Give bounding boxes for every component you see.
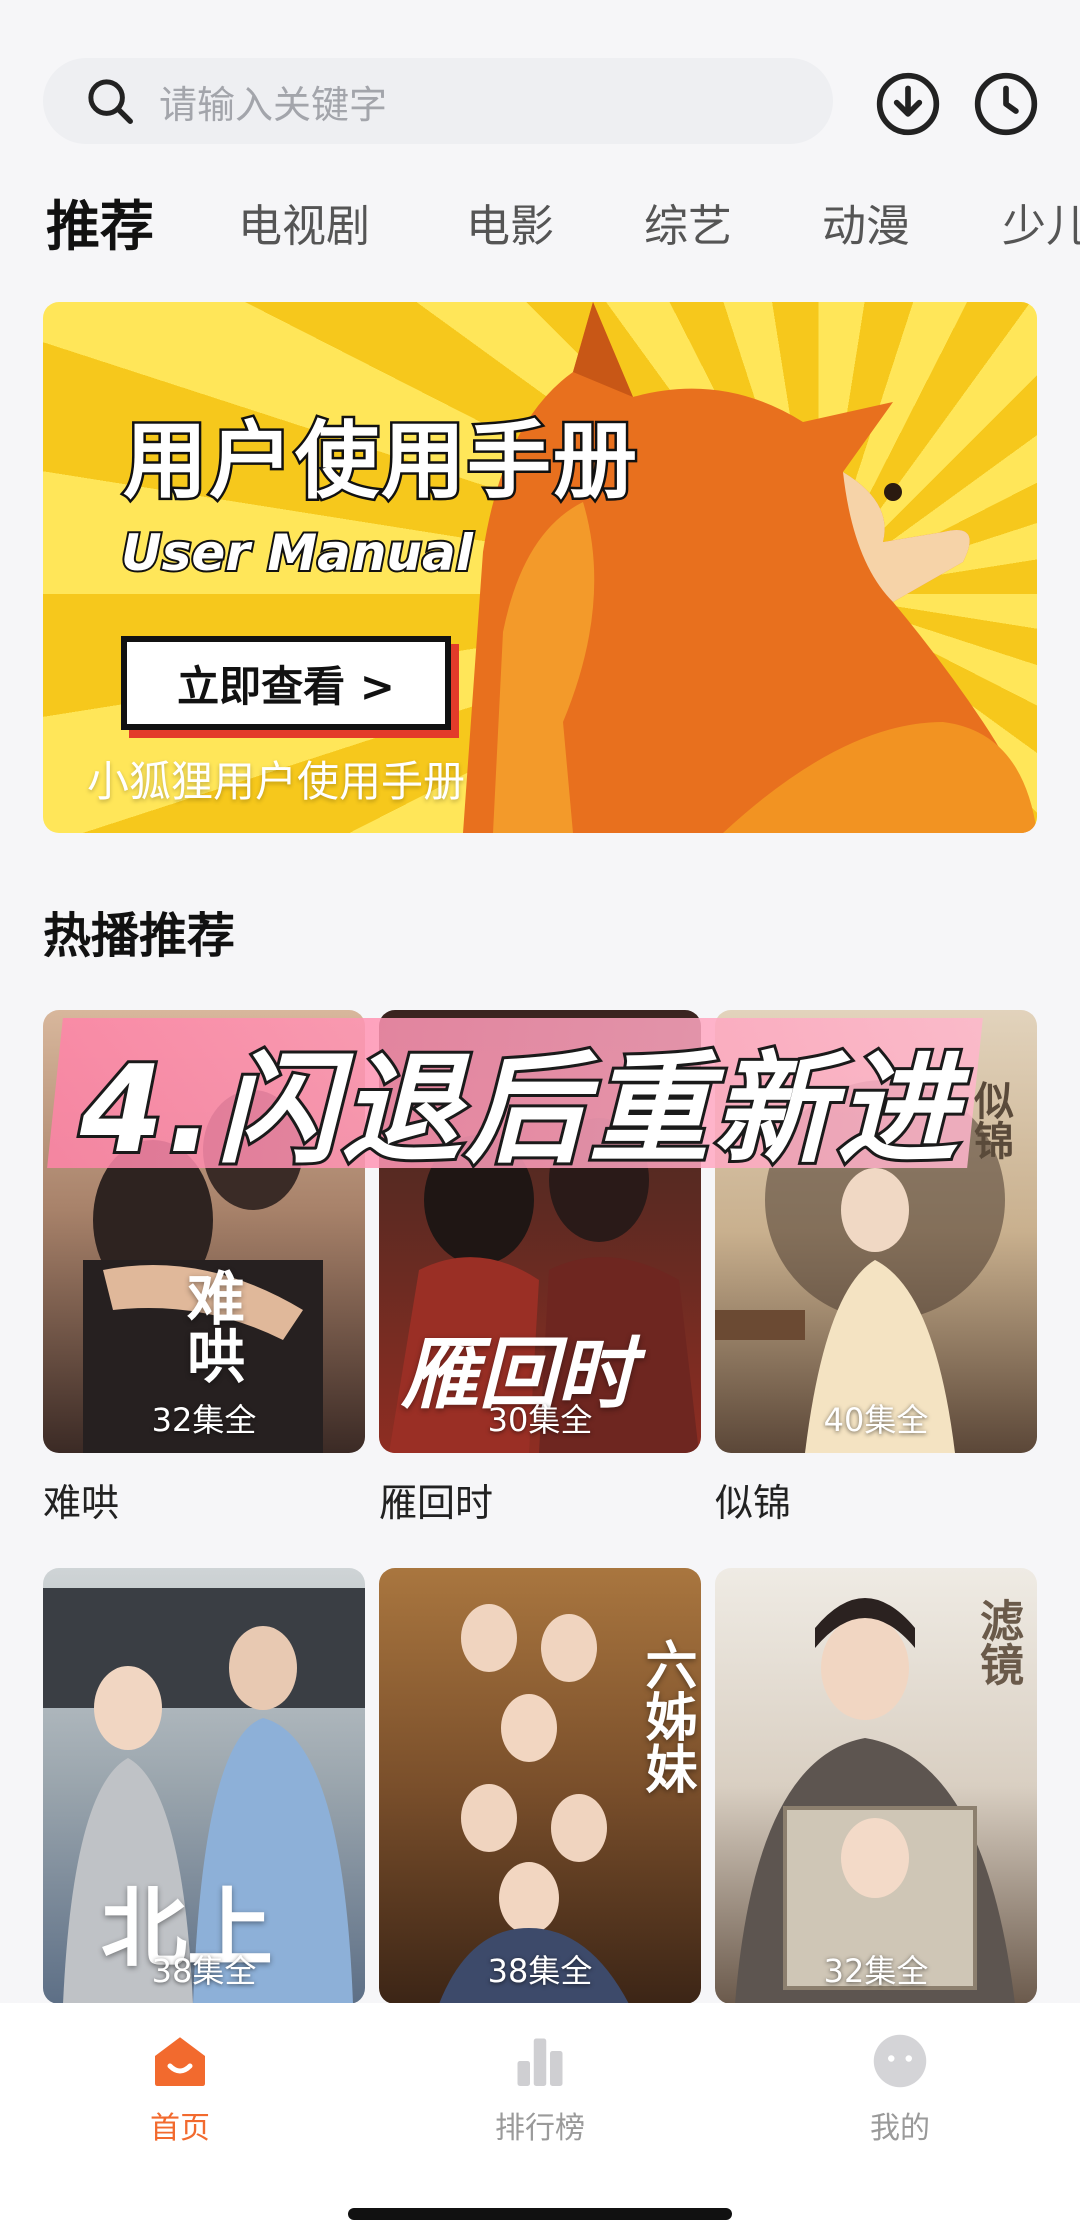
show-card-liuzimei[interactable]: 六姊妹 38集全 bbox=[379, 1568, 701, 2004]
search-placeholder: 请输入关键字 bbox=[159, 82, 388, 127]
show-title[interactable]: 难哄 bbox=[43, 1472, 119, 1527]
download-icon bbox=[876, 72, 940, 136]
banner-subtitle: User Manual bbox=[119, 522, 475, 584]
tab-variety[interactable]: 综艺 bbox=[644, 190, 732, 254]
history-button[interactable] bbox=[972, 70, 1040, 138]
promo-banner[interactable]: 用户使用手册 User Manual 立即查看 > 小狐狸用户使用手册 bbox=[43, 302, 1037, 833]
episode-count: 32集全 bbox=[823, 1952, 929, 1990]
nav-profile-label: 我的 bbox=[870, 2111, 930, 2146]
view-now-button[interactable]: 立即查看 > bbox=[121, 636, 451, 730]
banner-caption: 小狐狸用户使用手册 bbox=[87, 757, 466, 806]
tab-movies[interactable]: 电影 bbox=[466, 190, 554, 254]
bottom-navigation: 首页 排行榜 我的 bbox=[0, 2003, 1080, 2237]
episode-count: 40集全 bbox=[823, 1401, 929, 1439]
episode-count: 38集全 bbox=[151, 1952, 257, 1990]
episode-count: 38集全 bbox=[487, 1952, 593, 1990]
section-title-hot: 热播推荐 bbox=[43, 908, 236, 964]
tab-tv-series[interactable]: 电视剧 bbox=[238, 190, 370, 254]
home-indicator bbox=[348, 2208, 732, 2220]
episode-count: 30集全 bbox=[487, 1401, 593, 1439]
poster-title-calligraphy: 六姊妹 bbox=[636, 1638, 697, 1794]
tab-anime[interactable]: 动漫 bbox=[822, 190, 910, 254]
nav-profile[interactable]: 我的 bbox=[800, 2031, 1000, 2147]
show-card-lvjing[interactable]: 滤镜 32集全 bbox=[715, 1568, 1037, 2004]
poster-title-calligraphy: 难哄 bbox=[177, 1268, 245, 1384]
tutorial-overlay-caption: 4.闪退后重新进 bbox=[77, 1038, 962, 1183]
fox-mascot-illustration bbox=[463, 302, 1037, 833]
download-button[interactable] bbox=[874, 70, 942, 138]
banner-title: 用户使用手册 bbox=[120, 410, 640, 513]
show-title[interactable]: 雁回时 bbox=[379, 1472, 493, 1527]
nav-home-label: 首页 bbox=[150, 2111, 210, 2146]
app-screen: 请输入关键字 推荐 电视剧 电影 综艺 动漫 少儿 用户使用手册 User Ma… bbox=[0, 0, 1080, 2237]
search-icon bbox=[88, 79, 133, 124]
chart-icon bbox=[517, 2038, 563, 2086]
clock-icon bbox=[974, 72, 1038, 136]
nav-ranking[interactable]: 排行榜 bbox=[440, 2031, 640, 2147]
category-tabs: 推荐 电视剧 电影 综艺 动漫 少儿 bbox=[0, 180, 1080, 260]
home-icon bbox=[155, 2037, 205, 2086]
profile-icon bbox=[873, 2034, 927, 2088]
poster-title-calligraphy: 滤镜 bbox=[972, 1598, 1023, 1686]
search-bar[interactable]: 请输入关键字 bbox=[43, 58, 833, 144]
show-card-beishang[interactable]: 北上 38集全 bbox=[43, 1568, 365, 2004]
episode-count: 32集全 bbox=[151, 1401, 257, 1439]
nav-home[interactable]: 首页 bbox=[80, 2031, 280, 2147]
tab-kids[interactable]: 少儿 bbox=[1002, 190, 1080, 254]
show-title[interactable]: 似锦 bbox=[715, 1472, 791, 1527]
nav-ranking-label: 排行榜 bbox=[495, 2111, 585, 2146]
tab-recommend[interactable]: 推荐 bbox=[46, 182, 154, 260]
